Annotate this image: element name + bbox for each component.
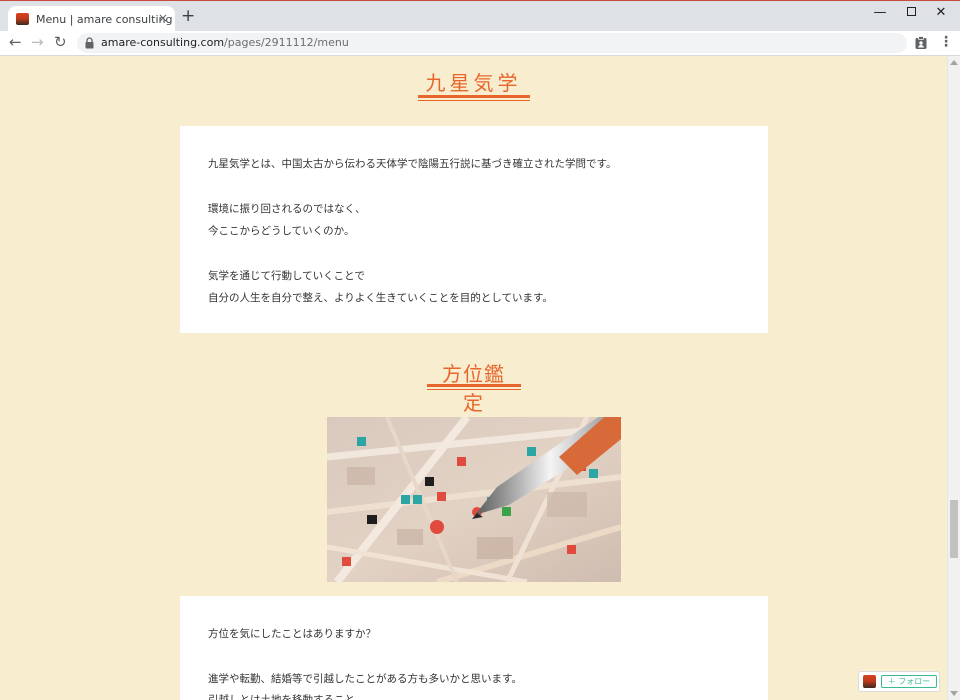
window-close-button[interactable]: ✕: [931, 5, 951, 21]
page-viewport: 九星気学 九星気学とは、中国太古から伝わる天体学で陰陽五行説に基づき確立された学…: [0, 56, 947, 700]
address-bar[interactable]: amare-consulting.com/pages/2911112/menu: [77, 33, 907, 53]
heading-houi-text: 方位鑑定: [426, 358, 521, 416]
browser-toolbar: ← → ↻ amare-consulting.com/pages/2911112…: [0, 31, 960, 56]
maximize-icon: [906, 7, 916, 16]
lock-icon: [85, 37, 94, 49]
houi-line-2: 進学や転勤、結婚等で引越したことがある方も多いかと思います。: [208, 673, 522, 685]
tab-close-icon[interactable]: ×: [158, 11, 168, 25]
tab-title: Menu | amare consulting: [36, 13, 173, 26]
reload-button[interactable]: ↻: [54, 34, 67, 50]
heading-kyusei-text: 九星気学: [417, 67, 530, 101]
heading-underline: [426, 384, 521, 387]
kyusei-line-1: 九星気学とは、中国太古から伝わる天体学で陰陽五行説に基づき確立された学問です。: [208, 158, 617, 170]
section-heading-houi: 方位鑑定: [0, 358, 947, 416]
kyusei-description-card: 九星気学とは、中国太古から伝わる天体学で陰陽五行説に基づき確立された学問です。 …: [180, 126, 768, 333]
map-with-pen-image: [327, 417, 621, 582]
site-logo-icon: [863, 675, 876, 688]
kyusei-line-4: 気学を通じて行動していくことで: [208, 270, 365, 282]
heading-kyusei-label: 九星気学: [425, 71, 522, 95]
browser-titlebar: Menu | amare consulting × + — ✕: [0, 0, 960, 33]
new-tab-button[interactable]: +: [181, 7, 195, 25]
heading-underline-thin: [417, 100, 530, 101]
url-text: amare-consulting.com/pages/2911112/menu: [101, 36, 349, 49]
browser-tab[interactable]: Menu | amare consulting ×: [8, 6, 175, 33]
scroll-up-icon[interactable]: [950, 60, 958, 65]
follow-button[interactable]: ＋ フォロー: [881, 675, 937, 688]
heading-underline-thin: [426, 389, 521, 390]
heading-underline: [417, 95, 530, 98]
kyusei-line-3: 今ここからどうしていくのか。: [208, 225, 355, 237]
url-domain: amare-consulting.com: [101, 36, 225, 49]
forward-button[interactable]: →: [31, 34, 44, 50]
back-button[interactable]: ←: [9, 34, 22, 50]
houi-description-card: 方位を気にしたことはありますか？ 進学や転勤、結婚等で引越したことがある方も多い…: [180, 596, 768, 700]
section-heading-kyusei: 九星気学: [0, 67, 947, 101]
kyusei-line-5: 自分の人生を自分で整え、よりよく生きていくことを目的としています。: [208, 292, 553, 304]
reading-list-icon[interactable]: [914, 36, 928, 50]
url-path: /pages/2911112/menu: [224, 36, 349, 49]
page-scrollbar[interactable]: [947, 56, 960, 700]
houi-line-3: 引越しとは土地を移動すること: [208, 694, 355, 700]
browser-menu-button[interactable]: ⋮: [939, 34, 953, 50]
houi-line-1: 方位を気にしたことはありますか？: [208, 628, 376, 640]
site-favicon-icon: [16, 13, 29, 25]
window-maximize-button[interactable]: [901, 5, 921, 21]
follow-widget: ＋ フォロー: [858, 671, 940, 692]
scrollbar-thumb[interactable]: [950, 500, 958, 558]
scroll-down-icon[interactable]: [950, 691, 958, 696]
window-minimize-button[interactable]: —: [870, 5, 890, 21]
kyusei-line-2: 環境に振り回されるのではなく、: [208, 203, 366, 215]
